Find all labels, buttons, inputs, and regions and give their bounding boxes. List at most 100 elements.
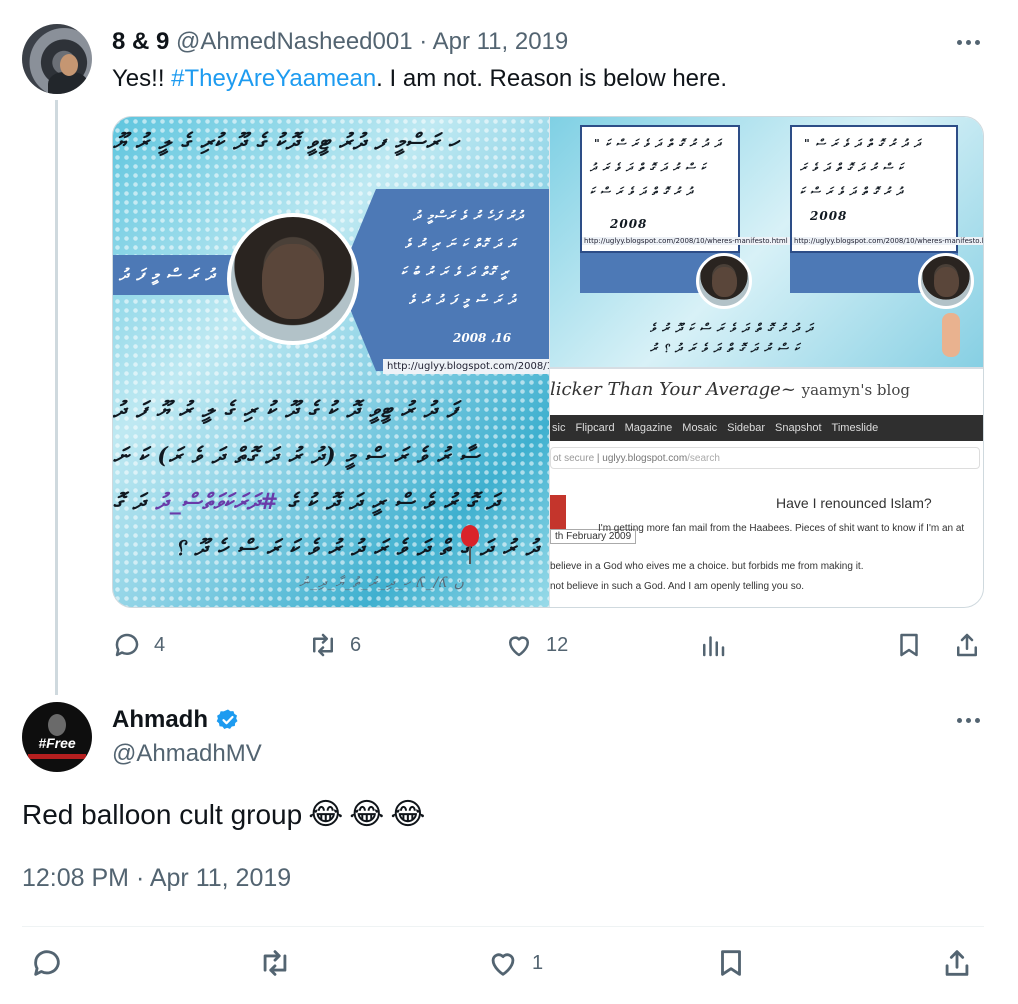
- retweet-button[interactable]: 6: [308, 630, 361, 660]
- blog-red-badge: [550, 495, 566, 531]
- quote-card-text: " ދަ ދު ރު ގޮ ތް ދަ ވެ ރަ ސް ކަ: [594, 137, 722, 150]
- quote-card-text: ދު ރު ގޮ ތް ދަ ވެ ރަ ސް ކަ: [800, 185, 904, 198]
- divider: [550, 367, 983, 369]
- blog-subtitle: yaamyn's blog: [801, 381, 910, 399]
- blog-post-line: not believe in such a God. And I am open…: [550, 581, 805, 592]
- image-dhivehi-line: ދަ ގޮ ރު ވެ ސް ރީ ދަ ދޮ ކު ގެ #ދަރަކަވަތ…: [113, 489, 501, 515]
- retweet-button[interactable]: [258, 946, 292, 980]
- laughing-emoji-icon: 😂: [349, 797, 385, 832]
- tweet-media[interactable]: ހ ރަސްމީ ފ ދުރު ޓީވީ ދޮކު ގެ ދޫ ކުރި ގެ …: [112, 116, 984, 608]
- tweet-actions: 4 6 12: [112, 630, 984, 666]
- blog-post-line: believe in a God who eives me a choice. …: [550, 561, 864, 572]
- address-domain: uglyy.blogspot.com: [602, 452, 688, 464]
- retweet-count: 6: [350, 633, 362, 656]
- reply-count: 4: [154, 633, 166, 656]
- quote-card-text: " ދަ ދު ރު ގޮ ތް ދަ ވެ ރަ ސް: [804, 137, 922, 150]
- bookmark-button[interactable]: [894, 630, 924, 660]
- blog-nav-item: sic: [552, 422, 566, 434]
- image-watermark: ހ_ދި_ރު_ތު_ޔާ_ދި_ނު ʎ_/ʎ ن: [299, 575, 464, 591]
- quote-card-photo: [918, 253, 974, 309]
- like-icon: [509, 636, 529, 657]
- reply-avatar-bar: [28, 754, 86, 759]
- reply-avatar-figure: [48, 714, 66, 736]
- reply-header: Ahmadh: [112, 706, 240, 734]
- blog-post-line: I'm getting more fan mail from the Haabe…: [598, 523, 965, 534]
- like-icon: [491, 953, 515, 976]
- banner-text-line: ދު ރަ ސް މީ ފަ ދު ރު ވެ: [409, 293, 517, 308]
- avatar-face: [60, 54, 78, 76]
- balloon-string: [469, 546, 471, 564]
- quote-card-photo-face: [933, 267, 959, 297]
- reply-avatar-text: #Free: [38, 735, 76, 751]
- image-dhivehi-line: ކަ ސް ރު ދަ ގޮ ތް ދަ ވެ ރަ ދު ؟ ރު: [650, 341, 801, 355]
- tweet-date[interactable]: Apr 11, 2019: [433, 28, 569, 55]
- media-image-right[interactable]: " ދަ ދު ރު ގޮ ތް ދަ ވެ ރަ ސް ކަ ކަ ސް ރު…: [550, 117, 983, 607]
- quote-card-photo: [696, 253, 752, 309]
- share-button[interactable]: [952, 630, 982, 660]
- portrait-photo: [227, 213, 359, 345]
- reply-button[interactable]: 4: [112, 630, 165, 660]
- tweet-text-end: . I am not. Reason is below here.: [376, 65, 728, 92]
- blog-nav-item: Timeslide: [831, 422, 879, 434]
- like-count: 12: [546, 633, 569, 656]
- laughing-emoji-icon: 😂: [390, 797, 426, 832]
- handle[interactable]: @AhmedNasheed001: [176, 28, 413, 55]
- portrait-face: [262, 244, 324, 319]
- display-name[interactable]: 8 & 9: [112, 28, 169, 55]
- image-url-caption: http://uglyy.blogspot.com/2008/10/where: [383, 359, 549, 374]
- divider: [22, 926, 984, 927]
- reply-icon: [115, 633, 139, 657]
- not-secure-label: ot secure: [553, 452, 595, 464]
- retweet-icon: [313, 633, 333, 657]
- quote-card-text: ދު ރު ގޮ ތް ދަ ވެ ރަ ސް ކަ: [590, 185, 694, 198]
- quote-card-text: ކަ ސް ރު ދަ ގޮ ތް ދަ ވެ ރަ ދު: [590, 161, 707, 174]
- quote-card-url: http://uglyy.blogspot.com/2008/10/wheres…: [582, 237, 790, 245]
- avatar[interactable]: [22, 24, 92, 94]
- blog-nav-item: Snapshot: [775, 422, 822, 434]
- more-options-button[interactable]: [948, 30, 988, 54]
- more-icon: [956, 717, 962, 723]
- reply-display-name[interactable]: Ahmadh: [112, 706, 208, 734]
- quote-card-url: http://uglyy.blogspot.com/2008/10/wheres…: [792, 237, 983, 245]
- more-icon-dot: [965, 39, 971, 45]
- banner-text-line: ދުރު ފަހެ ރު ވެ ރަސްމީ ދު: [413, 209, 524, 224]
- like-button[interactable]: 12: [504, 630, 568, 660]
- blog-nav-item: Mosaic: [682, 422, 718, 434]
- image-dhivehi-line: ސާ ރު ވެ ރަ ސް މީ (ދު ރު ދަ ގޮތް ދަ ވެ ރ…: [113, 443, 481, 469]
- reply-button[interactable]: [30, 946, 64, 980]
- reply-icon: [34, 950, 60, 976]
- reply-timestamp[interactable]: 12:08 PM · Apr 11, 2019: [22, 864, 291, 893]
- laughing-emoji-icon: 😂: [308, 797, 344, 832]
- pointing-hand-icon: [942, 313, 960, 357]
- image-dhivehi-line: ފަ ދު ރު ޓީވީ ދޮ ކު ގެ ދޫ ކު ރި ގެ ލީ ރު…: [113, 397, 459, 423]
- reply-avatar[interactable]: #Free: [22, 702, 92, 772]
- thread-connector-line: [55, 100, 58, 695]
- more-icon-dot: [974, 39, 980, 45]
- hashtag-link[interactable]: #TheyAreYaamean: [171, 65, 376, 92]
- views-icon: [703, 636, 725, 657]
- reply-more-options-button[interactable]: [948, 708, 988, 732]
- like-count: 1: [532, 951, 544, 974]
- views-button[interactable]: [698, 630, 728, 660]
- like-button[interactable]: 1: [486, 946, 543, 980]
- banner-text-line: ރީ ގޮތް ދަ ވެ ރަ ރު ބު ކަ: [401, 265, 510, 280]
- blog-nav-item: Sidebar: [727, 422, 766, 434]
- banner-date: 2008 ،16: [453, 331, 512, 345]
- share-icon: [957, 633, 977, 657]
- address-path: /search: [687, 452, 720, 464]
- name-banner-text: ދު ރަ ސް މީ ފަ ދު: [119, 265, 216, 284]
- image-dhivehi-line: ދަ ދު ރު ގޮ ތް ދަ ވެ ރަ ސް ކަ ދޫ ރު ވެ: [650, 321, 814, 335]
- more-icon-dot: [974, 717, 980, 723]
- reply-handle[interactable]: @AhmadhMV: [112, 740, 262, 768]
- media-image-left[interactable]: ހ ރަސްމީ ފ ދުރު ޓީވީ ދޮކު ގެ ދޫ ކުރި ގެ …: [113, 117, 549, 607]
- share-button[interactable]: [940, 946, 974, 980]
- bookmark-button[interactable]: [714, 946, 748, 980]
- image-dhivehi-line: ދު ރު ދަ ގޮ ތް ދަ ވެ ރަ ދު ރު ވެ ކަ ރަ ސ…: [175, 535, 540, 561]
- blog-nav: sic Flipcard Magazine Mosaic Sidebar Sna…: [550, 415, 983, 441]
- header-separator: ·: [419, 28, 428, 55]
- reply-actions: 1: [22, 946, 984, 986]
- share-icon: [945, 950, 969, 976]
- image-dhivehi-heading: ހ ރަސްމީ ފ ދުރު ޓީވީ ދޮކު ގެ ދޫ ކުރި ގެ …: [113, 129, 460, 155]
- blog-title: licker Than Your Average~ yaamyn's blog: [550, 379, 910, 400]
- reply-text: Red balloon cult group 😂 😂 😂: [22, 798, 425, 832]
